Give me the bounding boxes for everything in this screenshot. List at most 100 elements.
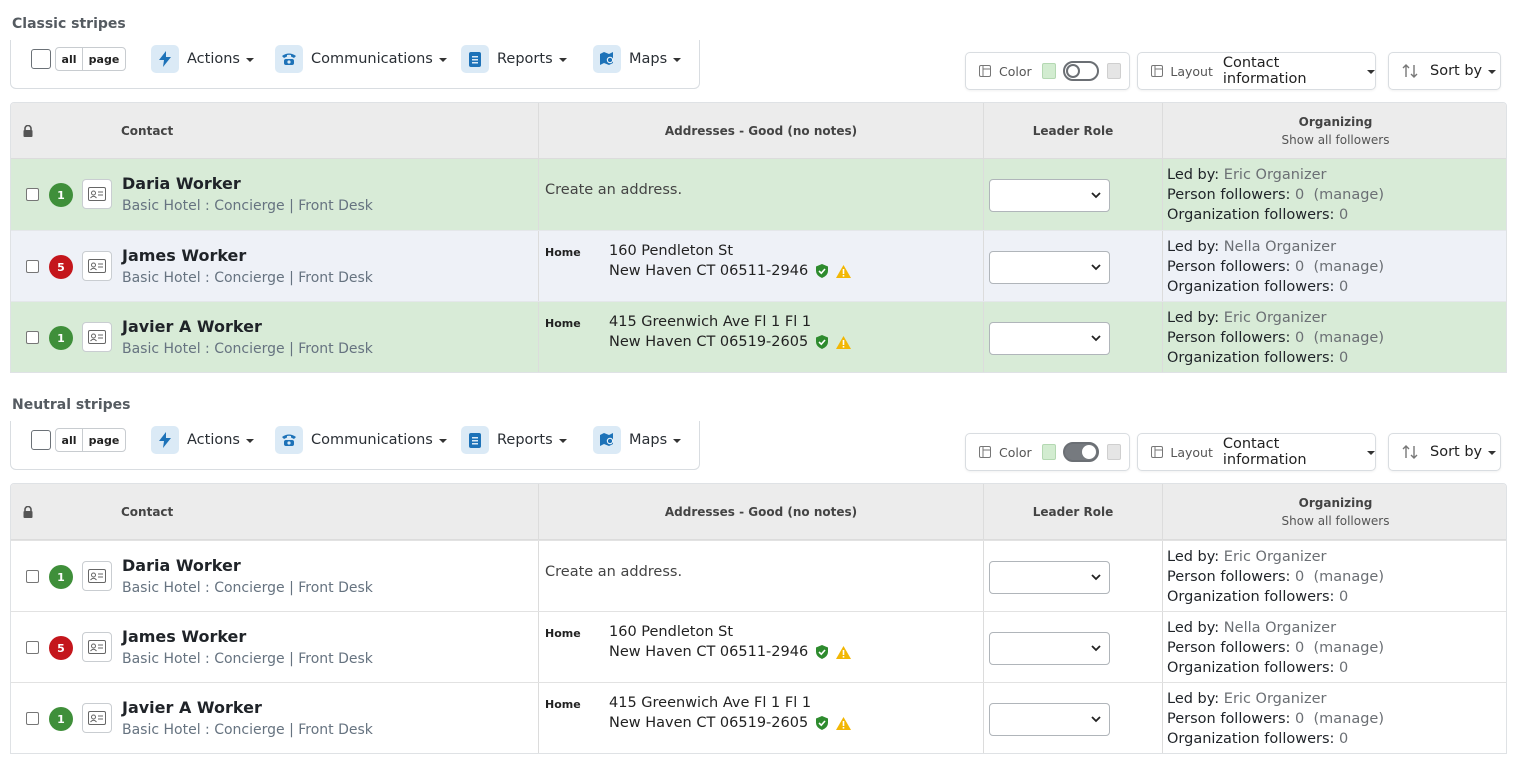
color-toggle[interactable] [1062,61,1099,81]
led-by-value[interactable]: Eric Organizer [1224,167,1327,183]
row-checkbox[interactable] [26,331,39,344]
contact-name-link[interactable]: Daria Worker [122,174,241,193]
sort-dropdown[interactable]: Sort by [1388,433,1501,471]
sort-dropdown[interactable]: Sort by [1388,52,1501,90]
actions-menu-button[interactable]: Actions [151,425,254,455]
phone-icon [275,426,303,454]
contacts-table: Contact Addresses - Good (no notes) Lead… [10,483,1507,754]
addresses-header[interactable]: Addresses - Good (no notes) [539,103,983,159]
chevron-down-icon [1367,451,1375,455]
id-card-icon[interactable] [82,632,112,662]
layout-panel-icon [979,445,993,459]
contact-header[interactable]: Contact [121,484,173,540]
sort-label: Sort by [1430,63,1483,79]
count-badge[interactable]: 1 [49,183,73,207]
count-badge[interactable]: 1 [49,707,73,731]
row-checkbox[interactable] [26,570,39,583]
count-badge[interactable]: 5 [49,255,73,279]
organizing-title: Organizing [1298,115,1373,129]
column-divider [983,683,984,753]
create-address-link[interactable]: Create an address. [545,182,682,198]
toggle-knob [1081,445,1096,459]
select-all-checkbox[interactable] [31,430,51,450]
show-all-followers-link[interactable]: Show all followers [1282,514,1390,528]
maps-menu-button[interactable]: Maps [593,425,682,455]
communications-menu-button[interactable]: Communications [275,425,447,455]
led-by-value[interactable]: Eric Organizer [1224,691,1327,707]
led-by-value[interactable]: Nella Organizer [1224,620,1336,636]
select-page-button[interactable]: page [82,47,126,71]
row-checkbox[interactable] [26,712,39,725]
id-card-icon[interactable] [82,322,112,352]
id-card-icon[interactable] [82,703,112,733]
led-by-value[interactable]: Eric Organizer [1224,310,1327,326]
led-by-value[interactable]: Nella Organizer [1224,239,1336,255]
manage-link[interactable]: (manage) [1313,640,1384,656]
count-badge[interactable]: 1 [49,326,73,350]
address-line1: 415 Greenwich Ave Fl 1 Fl 1 [609,314,812,330]
organizing-title: Organizing [1298,496,1373,510]
manage-link[interactable]: (manage) [1313,259,1384,275]
count-badge[interactable]: 5 [49,636,73,660]
id-card-icon[interactable] [82,179,112,209]
chevron-down-icon [1091,645,1101,652]
column-divider [983,302,984,372]
table-row: 1 Daria Worker Basic Hotel : Concierge |… [11,159,1506,230]
leader-role-select[interactable] [989,632,1110,665]
count-badge[interactable]: 1 [49,565,73,589]
reports-menu-button[interactable]: Reports [461,44,567,74]
manage-link[interactable]: (manage) [1313,569,1384,585]
id-card-icon[interactable] [82,561,112,591]
person-followers-label: Person followers: [1167,569,1291,585]
contact-name-link[interactable]: James Worker [122,246,246,265]
chevron-down-icon [1488,451,1497,455]
led-by-value[interactable]: Eric Organizer [1224,549,1327,565]
reports-menu-button[interactable]: Reports [461,425,567,455]
address-type: Home [545,627,581,640]
select-all-button[interactable]: all [55,428,83,452]
leader-role-select[interactable] [989,322,1110,355]
manage-link[interactable]: (manage) [1313,330,1384,346]
create-address-link[interactable]: Create an address. [545,564,682,580]
leader-role-select[interactable] [989,251,1110,284]
row-checkbox[interactable] [26,188,39,201]
row-checkbox[interactable] [26,641,39,654]
communications-menu-button[interactable]: Communications [275,44,447,74]
contact-name-link[interactable]: Javier A Worker [122,698,262,717]
leader-role-select[interactable] [989,561,1110,594]
leader-role-select[interactable] [989,703,1110,736]
manage-link[interactable]: (manage) [1313,187,1384,203]
column-divider [538,231,539,301]
addresses-header[interactable]: Addresses - Good (no notes) [539,484,983,540]
layout-dropdown[interactable]: Layout Contact information [1137,52,1376,90]
organization-followers-count: 0 [1339,207,1349,223]
color-toggle[interactable] [1062,442,1099,462]
table-header: Contact Addresses - Good (no notes) Lead… [11,484,1506,540]
select-all-button[interactable]: all [55,47,83,71]
maps-menu-button[interactable]: Maps [593,44,682,74]
person-followers-count: 0 [1295,569,1305,585]
address-line2-wrap: New Haven CT 06519-2605 [609,715,852,731]
phone-icon [275,45,303,73]
contact-name-link[interactable]: James Worker [122,627,246,646]
actions-menu-button[interactable]: Actions [151,44,254,74]
select-all-checkbox[interactable] [31,49,51,69]
leader-role-header[interactable]: Leader Role [984,484,1162,540]
section-title: Neutral stripes [12,397,131,413]
layout-dropdown[interactable]: Layout Contact information [1137,433,1376,471]
contact-name-link[interactable]: Daria Worker [122,556,241,575]
address-type: Home [545,317,581,330]
table-row: 1 Javier A Worker Basic Hotel : Concierg… [11,682,1506,753]
leader-role-select[interactable] [989,179,1110,212]
show-all-followers-link[interactable]: Show all followers [1282,133,1390,147]
contact-name-link[interactable]: Javier A Worker [122,317,262,336]
contact-header[interactable]: Contact [121,103,173,159]
select-page-button[interactable]: page [82,428,126,452]
person-followers-label: Person followers: [1167,330,1291,346]
manage-link[interactable]: (manage) [1313,711,1384,727]
leader-role-header[interactable]: Leader Role [984,103,1162,159]
id-card-icon[interactable] [82,251,112,281]
row-checkbox[interactable] [26,260,39,273]
shield-check-icon [816,335,829,349]
table-row: 1 Javier A Worker Basic Hotel : Concierg… [11,301,1506,372]
